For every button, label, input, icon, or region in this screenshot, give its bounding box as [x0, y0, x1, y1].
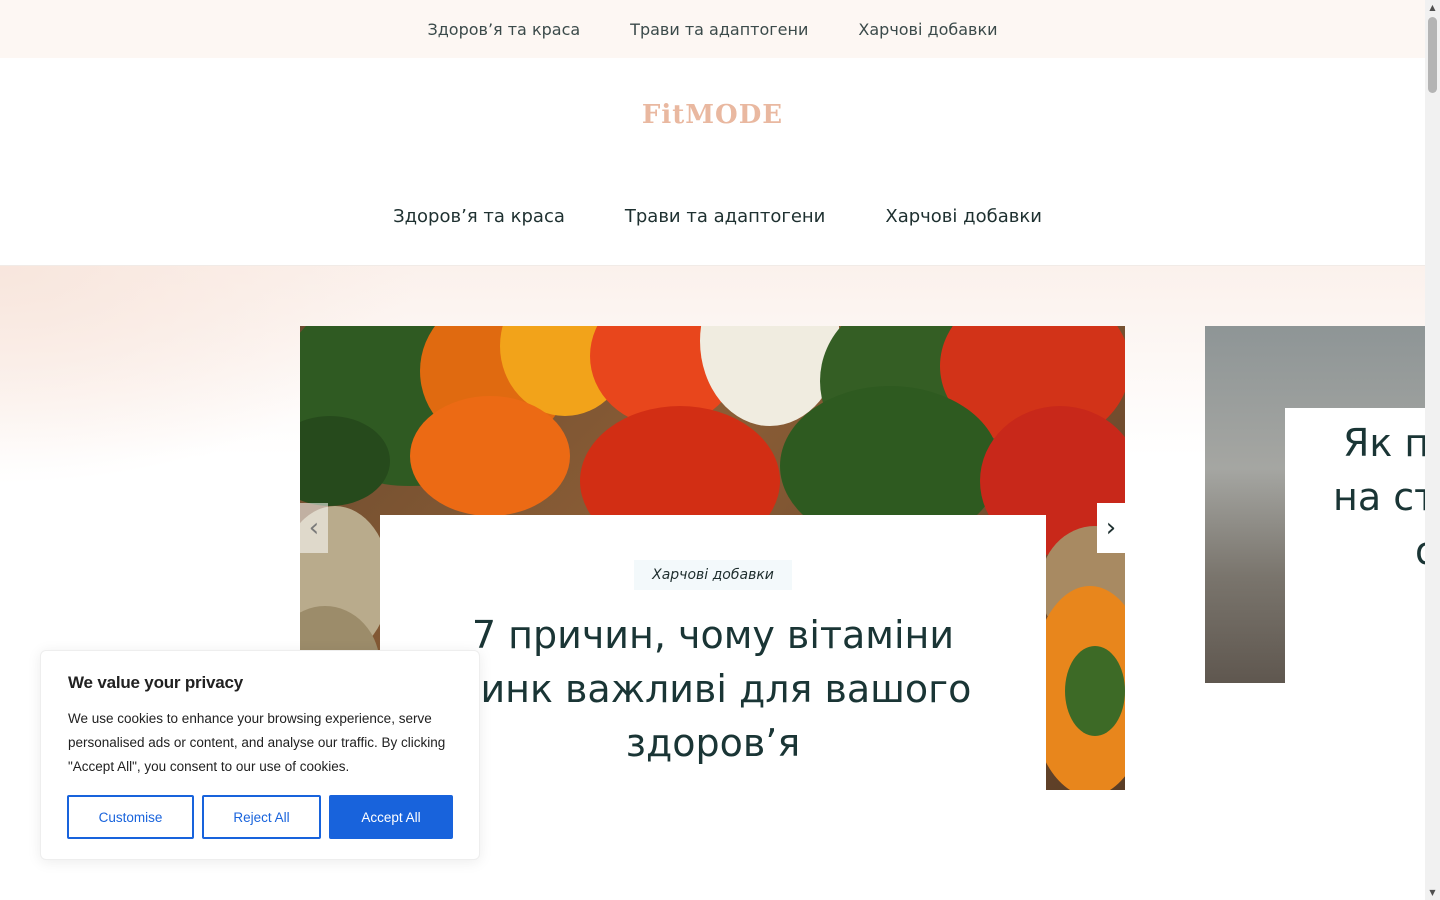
accept-all-button[interactable]: Accept All — [329, 795, 453, 839]
slide-title[interactable]: 7 причин, чому вітаміни цинк важливі для… — [433, 608, 993, 770]
top-bar-nav: Здоров’я та краса Трави та адаптогени Ха… — [0, 0, 1425, 58]
category-badge[interactable]: Харчові добавки — [634, 560, 792, 590]
reject-all-button[interactable]: Reject All — [202, 795, 321, 839]
next-slide-title-line-3: о — [1415, 524, 1425, 578]
next-slide-title-line-1: Як п — [1343, 421, 1425, 465]
nav-link-health-beauty[interactable]: Здоров’я та краса — [393, 206, 565, 227]
page-scrollbar[interactable]: ▲ ▼ — [1425, 0, 1440, 900]
chevron-left-icon: ‹ — [308, 513, 320, 543]
cookie-title: We value your privacy — [68, 673, 244, 692]
next-slide-title-line-2: на ст — [1333, 475, 1425, 519]
cookie-consent-banner: We value your privacy We use cookies to … — [40, 650, 480, 860]
scroll-down-arrow-icon[interactable]: ▼ — [1425, 885, 1440, 900]
topbar-link-health-beauty[interactable]: Здоров’я та краса — [427, 20, 580, 39]
cookie-text: We use cookies to enhance your browsing … — [68, 711, 446, 774]
scroll-thumb[interactable] — [1428, 17, 1437, 93]
site-logo[interactable]: FitMODE — [0, 100, 1425, 130]
main-nav: Здоров’я та краса Трави та адаптогени Ха… — [0, 206, 1435, 227]
nav-link-supplements[interactable]: Харчові добавки — [885, 206, 1042, 227]
customise-button[interactable]: Customise — [67, 795, 194, 839]
topbar-link-supplements[interactable]: Харчові добавки — [858, 20, 997, 39]
scroll-up-arrow-icon[interactable]: ▲ — [1425, 0, 1440, 15]
chevron-right-icon: › — [1105, 513, 1117, 543]
nav-link-herbs-adaptogens[interactable]: Трави та адаптогени — [625, 206, 826, 227]
slider-next-button[interactable]: › — [1097, 503, 1125, 553]
topbar-link-herbs-adaptogens[interactable]: Трави та адаптогени — [630, 20, 808, 39]
slider-prev-button[interactable]: ‹ — [300, 503, 328, 553]
next-slide[interactable]: Як п на ст о — [1205, 326, 1425, 683]
cookie-buttons: Customise Reject All Accept All — [67, 795, 453, 839]
